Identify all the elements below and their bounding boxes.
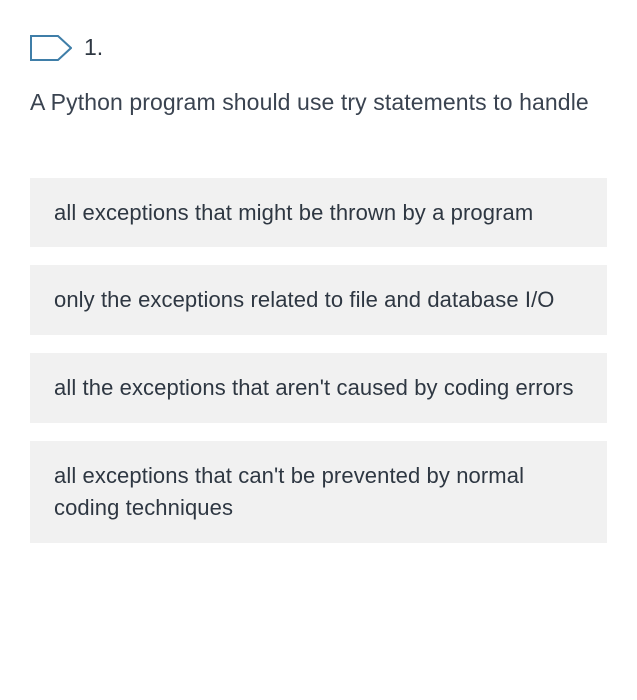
answer-choice-label: all exceptions that might be thrown by a… bbox=[54, 200, 533, 225]
answer-choice[interactable]: all exceptions that can't be prevented b… bbox=[30, 441, 607, 543]
answer-choice[interactable]: all the exceptions that aren't caused by… bbox=[30, 353, 607, 423]
answer-choices: all exceptions that might be thrown by a… bbox=[30, 178, 607, 543]
answer-choice-label: only the exceptions related to file and … bbox=[54, 287, 555, 312]
question-text: A Python program should use try statemen… bbox=[30, 85, 607, 120]
answer-choice[interactable]: only the exceptions related to file and … bbox=[30, 265, 607, 335]
question-header: 1. bbox=[30, 34, 607, 61]
answer-choice-label: all the exceptions that aren't caused by… bbox=[54, 375, 574, 400]
answer-choice[interactable]: all exceptions that might be thrown by a… bbox=[30, 178, 607, 248]
answer-choice-label: all exceptions that can't be prevented b… bbox=[54, 463, 524, 520]
bookmark-icon[interactable] bbox=[30, 35, 70, 61]
question-number: 1. bbox=[84, 34, 103, 61]
